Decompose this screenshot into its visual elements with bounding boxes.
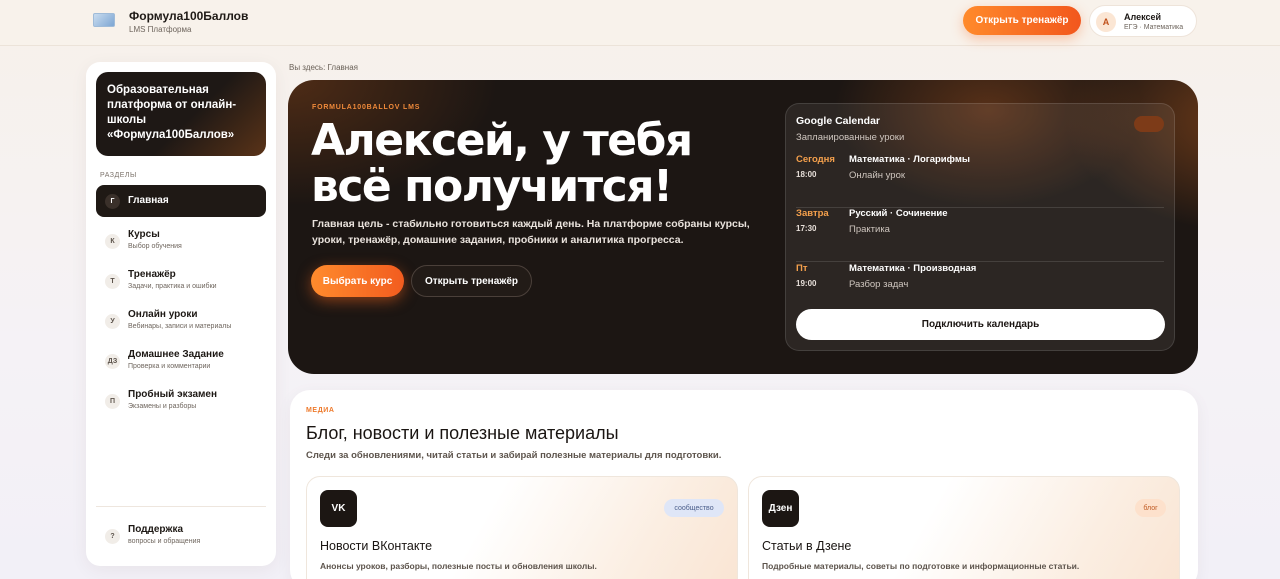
sidebar-item-label: Онлайн уроки	[128, 309, 198, 320]
calendar-event[interactable]: Завтра 17:30 Русский · Сочинение Практик…	[796, 208, 1164, 262]
sidebar-item-label: Главная	[128, 195, 169, 206]
lessons-badge: У	[105, 314, 120, 329]
sidebar-promo: Образовательная платформа от онлайн-школ…	[96, 72, 266, 156]
trainer-badge: Т	[105, 274, 120, 289]
card-title: Статьи в Дзене	[762, 539, 852, 553]
sidebar-item-label: Пробный экзамен	[128, 389, 218, 400]
sidebar-item-label: Домашнее Задание	[128, 349, 224, 360]
sidebar-item-online-lessons[interactable]: У Онлайн уроки Вебинары, записи и матери…	[96, 305, 266, 337]
event-day: Завтра	[796, 208, 829, 219]
sidebar-item-homework[interactable]: ДЗ Домашнее Задание Проверка и комментар…	[96, 345, 266, 377]
hero-eyebrow: FORMULA100BALLOV LMS	[312, 104, 421, 111]
media-subtitle: Следи за обновлениями, читай статьи и за…	[306, 450, 722, 461]
card-description: Подробные материалы, советы по подготовк…	[762, 561, 1080, 571]
event-type: Разбор задач	[849, 279, 909, 290]
sidebar-item-home[interactable]: Г Главная	[96, 185, 266, 217]
event-subject: Математика · Производная	[849, 263, 977, 274]
hero-open-trainer-button[interactable]: Открыть тренажёр	[411, 265, 532, 297]
sidebar-item-courses[interactable]: К Курсы Выбор обучения	[96, 225, 266, 257]
media-eyebrow: МЕДИА	[306, 407, 335, 414]
top-bar: Формула100Баллов LMS Платформа Открыть т…	[0, 0, 1280, 46]
card-tag: сообщество	[664, 499, 724, 517]
exam-badge: П	[105, 394, 120, 409]
vk-logo-icon: VK	[320, 490, 357, 527]
sidebar: Образовательная платформа от онлайн-школ…	[86, 62, 276, 566]
connect-calendar-button[interactable]: Подключить календарь	[796, 309, 1165, 340]
card-tag: блог	[1135, 499, 1166, 517]
user-name: Алексей	[1124, 12, 1162, 22]
sidebar-item-desc: вопросы и обращения	[128, 538, 201, 545]
media-section: МЕДИА Блог, новости и полезные материалы…	[290, 390, 1198, 579]
sidebar-item-trainer[interactable]: Т Тренажёр Задачи, практика и ошибки	[96, 265, 266, 297]
sidebar-item-support[interactable]: ? Поддержка вопросы и обращения	[96, 520, 266, 552]
user-track: ЕГЭ · Математика	[1124, 24, 1184, 31]
sidebar-item-desc: Проверка и комментарии	[128, 363, 211, 370]
dzen-logo-icon: Дзен	[762, 490, 799, 527]
open-trainer-button[interactable]: Открыть тренажёр	[963, 6, 1081, 35]
sidebar-item-desc: Вебинары, записи и материалы	[128, 323, 232, 330]
avatar: А	[1096, 12, 1116, 32]
event-subject: Русский · Сочинение	[849, 208, 948, 219]
event-time: 17:30	[796, 224, 817, 233]
calendar-subtitle: Запланированные уроки	[796, 132, 905, 143]
event-time: 19:00	[796, 279, 817, 288]
brand-subtitle: LMS Платформа	[129, 25, 192, 34]
event-type: Практика	[849, 224, 890, 235]
sidebar-item-desc: Задачи, практика и ошибки	[128, 283, 217, 290]
sidebar-divider	[96, 506, 266, 507]
media-title: Блог, новости и полезные материалы	[306, 423, 619, 443]
sidebar-item-mock-exam[interactable]: П Пробный экзамен Экзамены и разборы	[96, 385, 266, 417]
calendar-title: Google Calendar	[796, 115, 881, 127]
sidebar-item-label: Тренажёр	[128, 269, 176, 280]
sidebar-item-desc: Экзамены и разборы	[128, 403, 197, 410]
event-type: Онлайн урок	[849, 170, 906, 181]
choose-course-button[interactable]: Выбрать курс	[311, 265, 404, 297]
vk-news-card[interactable]: VK сообщество Новости ВКонтакте Анонсы у…	[306, 476, 738, 579]
event-subject: Математика · Логарифмы	[849, 154, 970, 165]
sidebar-item-desc: Выбор обучения	[128, 243, 182, 250]
school-logo[interactable]	[93, 13, 115, 27]
event-day: Пт	[796, 263, 808, 274]
sidebar-item-label: Курсы	[128, 229, 160, 240]
hero-description: Главная цель - стабильно готовиться кажд…	[312, 218, 750, 246]
sidebar-item-label: Поддержка	[128, 524, 184, 535]
support-badge: ?	[105, 529, 120, 544]
courses-badge: К	[105, 234, 120, 249]
calendar-status-badge	[1134, 116, 1164, 132]
event-time: 18:00	[796, 170, 817, 179]
calendar-card: Google Calendar Запланированные уроки Се…	[785, 103, 1175, 351]
brand-name[interactable]: Формула100Баллов	[129, 9, 248, 23]
card-title: Новости ВКонтакте	[320, 539, 433, 553]
home-badge: Г	[105, 194, 120, 209]
hero-title: Алексей, у тебя всё получится!	[311, 115, 693, 212]
event-day: Сегодня	[796, 154, 835, 165]
dzen-articles-card[interactable]: Дзен блог Статьи в Дзене Подробные матер…	[748, 476, 1180, 579]
sidebar-section-label: РАЗДЕЛЫ	[100, 172, 137, 179]
card-description: Анонсы уроков, разборы, полезные посты и…	[320, 561, 597, 571]
user-menu[interactable]: А Алексей ЕГЭ · Математика	[1089, 5, 1197, 37]
breadcrumb: Вы здесь: Главная	[289, 63, 358, 72]
hero-banner: FORMULA100BALLOV LMS Алексей, у тебя всё…	[288, 80, 1198, 374]
homework-badge: ДЗ	[105, 354, 120, 369]
calendar-event[interactable]: Сегодня 18:00 Математика · Логарифмы Онл…	[796, 154, 1164, 208]
